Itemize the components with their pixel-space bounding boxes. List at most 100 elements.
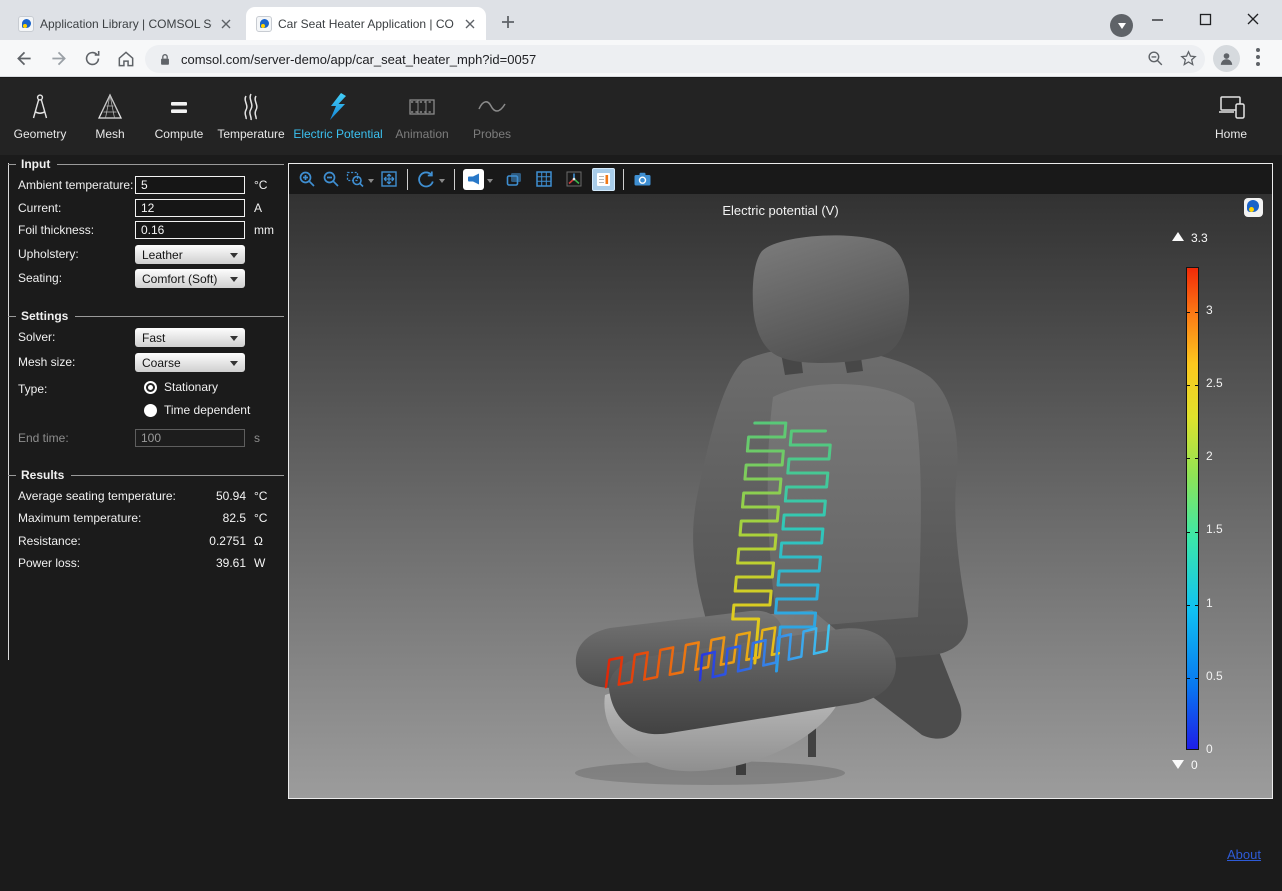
radio-selected-icon[interactable] (144, 381, 157, 394)
triangle-up-icon (1172, 226, 1184, 241)
browser-navbar: comsol.com/server-demo/app/car_seat_heat… (0, 40, 1282, 77)
new-tab-button[interactable] (498, 12, 518, 32)
ambient-temperature-unit: °C (254, 178, 267, 192)
upholstery-dropdown[interactable]: Leather (135, 245, 245, 264)
legend-tick: 2 (1206, 449, 1213, 463)
devices-home-icon (1215, 90, 1247, 122)
tab-close-icon[interactable] (462, 16, 478, 32)
back-icon[interactable] (12, 46, 37, 71)
tab-close-icon[interactable] (218, 16, 234, 32)
legend-tick: 1.5 (1206, 522, 1223, 536)
film-strip-icon (407, 90, 437, 122)
toolbar-item-home[interactable]: Home (1198, 90, 1264, 141)
snapshot-camera-button[interactable] (630, 167, 654, 191)
power-loss-value: 39.61 (118, 556, 246, 570)
toolbar-item-mesh[interactable]: Mesh (80, 90, 140, 141)
mesh-size-dropdown[interactable]: Coarse (135, 353, 245, 372)
power-loss-label: Power loss: (18, 556, 80, 570)
graphics-toolbar (289, 164, 1272, 194)
triangle-down-icon (1172, 760, 1184, 775)
zoom-box-button[interactable] (343, 167, 367, 191)
lightning-bolt-icon (325, 90, 351, 122)
axes-orientation-button[interactable] (562, 167, 586, 191)
seating-dropdown[interactable]: Comfort (Soft) (135, 269, 245, 288)
radio-time-dependent[interactable]: Time dependent (144, 403, 250, 417)
browser-tab-car-seat-heater[interactable]: Car Seat Heater Application | CO (246, 7, 486, 40)
geometry-compass-icon (26, 90, 54, 122)
solver-label: Solver: (18, 330, 55, 344)
input-section-header: Input (8, 157, 284, 171)
comsol-app: Geometry Mesh Compute Temperature Electr… (0, 78, 1282, 891)
seating-label: Seating: (18, 271, 62, 285)
ambient-temperature-input[interactable] (135, 176, 245, 194)
transparency-button[interactable] (502, 167, 526, 191)
type-label: Type: (18, 382, 47, 396)
legend-toggle-button[interactable] (592, 168, 615, 191)
max-temp-value: 82.5 (118, 511, 246, 525)
car-seat-model[interactable] (540, 225, 1060, 785)
toolbar-item-probes[interactable]: Probes (462, 90, 522, 141)
foil-thickness-input[interactable] (135, 221, 245, 239)
legend-max: 3.3 (1172, 231, 1208, 245)
legend-tick: 0 (1206, 742, 1213, 756)
upholstery-label: Upholstery: (18, 247, 79, 261)
plot-area[interactable]: Electric potential (V) (289, 194, 1272, 798)
toolbar-item-temperature[interactable]: Temperature (206, 90, 296, 141)
solver-dropdown[interactable]: Fast (135, 328, 245, 347)
current-unit: A (254, 201, 262, 215)
mesh-icon (96, 90, 124, 122)
avg-seating-temp-unit: °C (254, 489, 267, 503)
rotate-caret-icon[interactable] (439, 179, 445, 186)
toolbar-item-compute[interactable]: Compute (145, 90, 213, 141)
comsol-favicon (256, 16, 272, 32)
browser-update-icon[interactable] (1110, 14, 1133, 37)
zoom-in-button[interactable] (295, 167, 319, 191)
toolbar-item-electric-potential[interactable]: Electric Potential (286, 90, 390, 141)
current-input[interactable] (135, 199, 245, 217)
bookmark-star-icon[interactable] (1176, 46, 1201, 71)
toolbar-separator (407, 169, 408, 190)
legend-min: 0 (1172, 757, 1198, 772)
reload-icon[interactable] (80, 46, 105, 71)
browser-tab-application-library[interactable]: Application Library | COMSOL Se (8, 7, 242, 40)
zoom-box-caret-icon[interactable] (368, 179, 374, 186)
ambient-temperature-label: Ambient temperature: (18, 178, 133, 192)
chevron-down-icon (230, 336, 238, 345)
forward-icon[interactable] (46, 46, 71, 71)
radio-unselected-icon[interactable] (144, 404, 157, 417)
avg-seating-temp-value: 50.94 (118, 489, 246, 503)
comsol-logo (1244, 198, 1263, 217)
zoom-extents-button[interactable] (377, 167, 401, 191)
legend-tick: 3 (1206, 303, 1213, 317)
legend-tick: 2.5 (1206, 376, 1223, 390)
profile-avatar[interactable] (1213, 45, 1240, 72)
legend-tick: 0.5 (1206, 669, 1223, 683)
legend-tick: 1 (1206, 596, 1213, 610)
legend-color-bar (1186, 267, 1199, 750)
about-link[interactable]: About (1227, 847, 1261, 862)
chevron-down-icon (230, 253, 238, 262)
grid-button[interactable] (532, 167, 556, 191)
zoom-page-icon[interactable] (1143, 46, 1168, 71)
window-minimize-button[interactable] (1134, 0, 1180, 38)
home-icon[interactable] (113, 46, 138, 71)
toolbar-item-geometry[interactable]: Geometry (8, 90, 72, 141)
radio-stationary[interactable]: Stationary (144, 380, 218, 394)
url-text[interactable]: comsol.com/server-demo/app/car_seat_heat… (181, 52, 536, 67)
window-close-button[interactable] (1230, 0, 1276, 38)
scene-view-button[interactable] (463, 169, 484, 190)
power-loss-unit: W (254, 556, 265, 570)
scene-view-caret-icon[interactable] (487, 179, 493, 186)
toolbar-item-animation[interactable]: Animation (386, 90, 458, 141)
resistance-label: Resistance: (18, 534, 81, 548)
current-label: Current: (18, 201, 61, 215)
url-bar[interactable]: comsol.com/server-demo/app/car_seat_heat… (145, 45, 1205, 73)
zoom-out-button[interactable] (319, 167, 343, 191)
lock-icon (158, 52, 172, 67)
sidebar-border (8, 163, 9, 660)
window-maximize-button[interactable] (1182, 0, 1228, 38)
toolbar-separator (454, 169, 455, 190)
foil-thickness-label: Foil thickness: (18, 223, 94, 237)
rotate-view-button[interactable] (414, 167, 438, 191)
browser-menu-icon[interactable] (1256, 48, 1260, 70)
